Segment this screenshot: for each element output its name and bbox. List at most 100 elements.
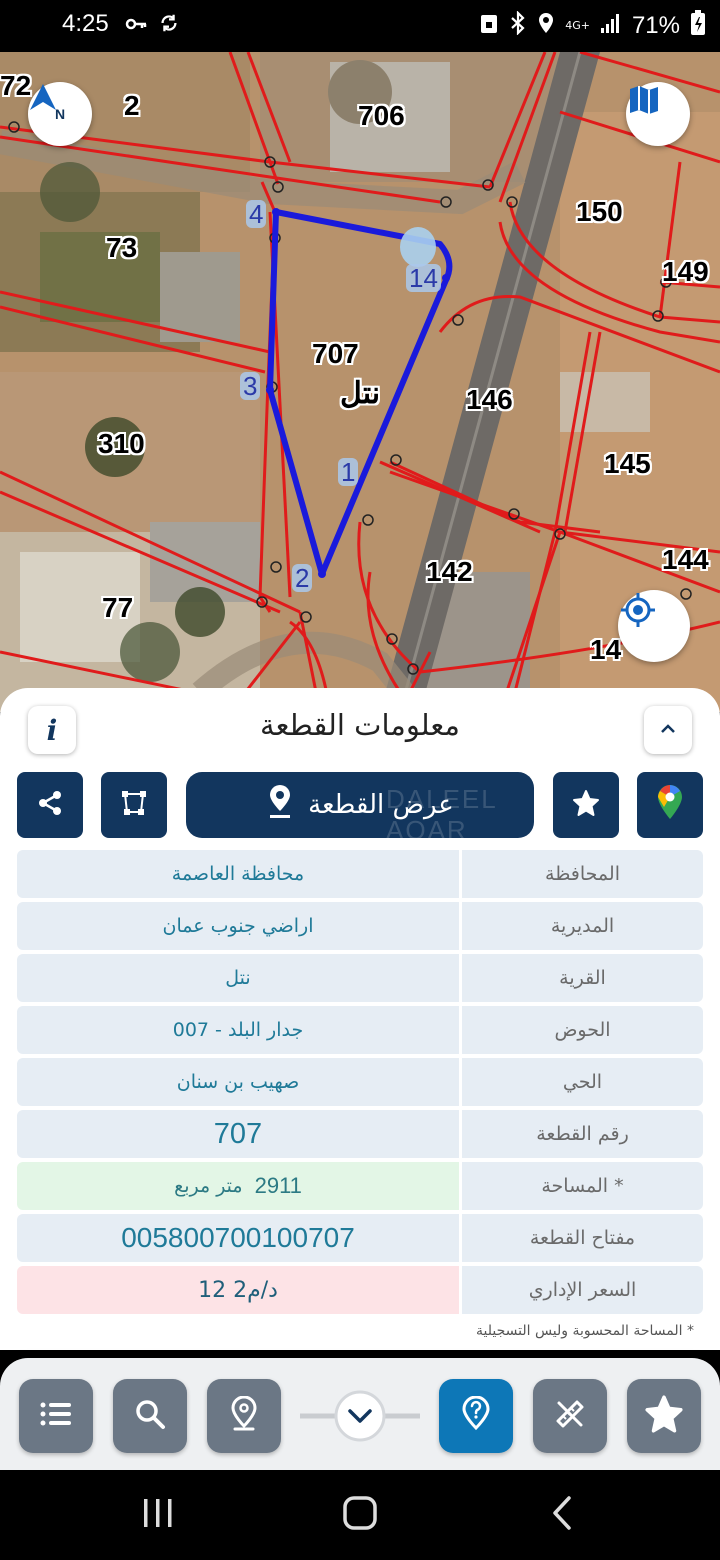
area-label: المساحة * [462,1162,703,1210]
map-parcel-label: 146 [466,384,513,415]
battery-percent: 71% [631,11,680,39]
recent-apps-button[interactable] [128,1492,188,1538]
measure-tool-button[interactable] [533,1379,607,1453]
map-parcel-label: 150 [576,196,623,227]
system-navigation-bar [0,1470,720,1560]
ruler-pencil-icon [553,1397,587,1435]
key-icon [124,12,148,41]
vertex-label: 1 [338,458,359,486]
parcel-key-label: مفتاح القطعة [462,1214,703,1262]
status-time: 4:25 [62,10,109,37]
location-pin-icon [228,1395,260,1436]
vertex-label: 3 [240,372,261,400]
home-button[interactable] [330,1492,390,1538]
signal-icon [600,12,622,39]
sync-icon [158,12,180,41]
vertex-label: 4 [246,200,267,228]
directorate-label: المديرية [462,902,703,950]
pin-icon [266,784,294,826]
map-parcel-label: 149 [662,256,709,287]
satellite-map[interactable]: 72 2 706 150 149 73 707 146 310 145 77 1… [0,52,720,712]
map-parcel-label: 706 [358,100,405,131]
table-row: صهيب بن سنان الحي [17,1058,703,1106]
map-parcel-label: 2 [124,90,140,121]
table-row: اراضي جنوب عمان المديرية [17,902,703,950]
location-pin-button[interactable] [207,1379,281,1453]
search-button[interactable] [113,1379,187,1453]
area-value-cell: 2911 متر مربع [17,1162,459,1210]
map-parcel-label-selected: 707 [312,338,359,369]
admin-price-value: 12 د/م2 [17,1266,459,1314]
identify-parcel-button[interactable] [439,1379,513,1453]
neighborhood-value: صهيب بن سنان [17,1058,459,1106]
map-parcel-label: 73 [106,232,138,263]
favorite-button[interactable] [553,772,619,838]
lock-notification-icon [479,11,499,40]
basin-label: الحوض [462,1006,703,1054]
action-bar: DALEEL AQAR عرض القطعة [0,772,720,845]
location-icon [537,11,555,40]
recent-apps-icon [141,1497,175,1533]
table-row: 707 رقم القطعة [17,1110,703,1158]
table-row: محافظة العاصمة المحافظة [17,850,703,898]
parcel-number-label: رقم القطعة [462,1110,703,1158]
search-icon [134,1398,166,1434]
map-village-label: نتل [340,377,381,410]
collapse-panel-button[interactable] [644,706,692,754]
map-parcel-label: 145 [604,448,651,479]
map-parcel-label: 144 [662,544,709,575]
parcel-number-value: 707 [17,1110,459,1158]
village-value: نتل [17,954,459,1002]
battery-icon [690,10,706,41]
home-icon [342,1495,378,1535]
table-row: نتل القرية [17,954,703,1002]
parcel-info-panel: i معلومات القطعة DALEEL AQAR عرض القطعة [0,688,720,1350]
governorate-label: المحافظة [462,850,703,898]
favorites-button[interactable] [627,1379,701,1453]
show-parcel-button[interactable]: DALEEL AQAR عرض القطعة [186,772,534,845]
basin-value: جدار البلد - 007 [17,1006,459,1054]
area-footnote: * المساحة المحسوبة وليس التسجيلية [476,1323,694,1339]
parcel-key-value: 005800700100707 [17,1214,459,1262]
chevron-up-icon [658,721,678,740]
polygon-select-button[interactable] [101,772,167,838]
bottom-toolbar [0,1358,720,1470]
star-outline-icon [643,1393,685,1439]
google-maps-button[interactable] [637,772,703,838]
table-row: 2911 متر مربع المساحة * [17,1162,703,1210]
table-row: 005800700100707 مفتاح القطعة [17,1214,703,1262]
neighborhood-label: الحي [462,1058,703,1106]
polygon-icon [119,788,149,822]
table-row: جدار البلد - 007 الحوض [17,1006,703,1054]
google-maps-icon [656,785,684,825]
list-icon [39,1401,73,1431]
my-location-button[interactable] [618,590,690,662]
map-parcel-label: 77 [102,592,134,623]
bluetooth-icon [509,10,527,40]
toolbar-expand-handle[interactable] [297,1386,423,1446]
network-type: 4G+ [565,19,590,32]
menu-button[interactable] [19,1379,93,1453]
parcel-details-table: محافظة العاصمة المحافظة اراضي جنوب عمان … [17,850,703,1318]
share-button[interactable] [17,772,83,838]
map-parcel-label: 310 [98,428,145,459]
area-unit: متر مربع [174,1175,243,1197]
directorate-value: اراضي جنوب عمان [17,902,459,950]
panel-title: معلومات القطعة [260,708,460,742]
governorate-value: محافظة العاصمة [17,850,459,898]
star-icon [571,788,601,822]
village-label: القرية [462,954,703,1002]
map-parcel-label: 142 [426,556,473,587]
help-pin-icon [460,1395,492,1436]
status-bar: 4:25 4G+ 71% [0,0,720,52]
back-button[interactable] [532,1492,592,1538]
compass-button[interactable]: N [28,82,92,146]
map-layers-button[interactable] [626,82,690,146]
table-row: 12 د/م2 السعر الإداري [17,1266,703,1314]
map-parcel-label: 14 [590,634,622,665]
vertex-label: 2 [292,564,313,592]
admin-price-label: السعر الإداري [462,1266,703,1314]
share-icon [35,788,65,822]
area-value: 2911 [254,1173,302,1198]
panel-header: i معلومات القطعة [0,688,720,768]
